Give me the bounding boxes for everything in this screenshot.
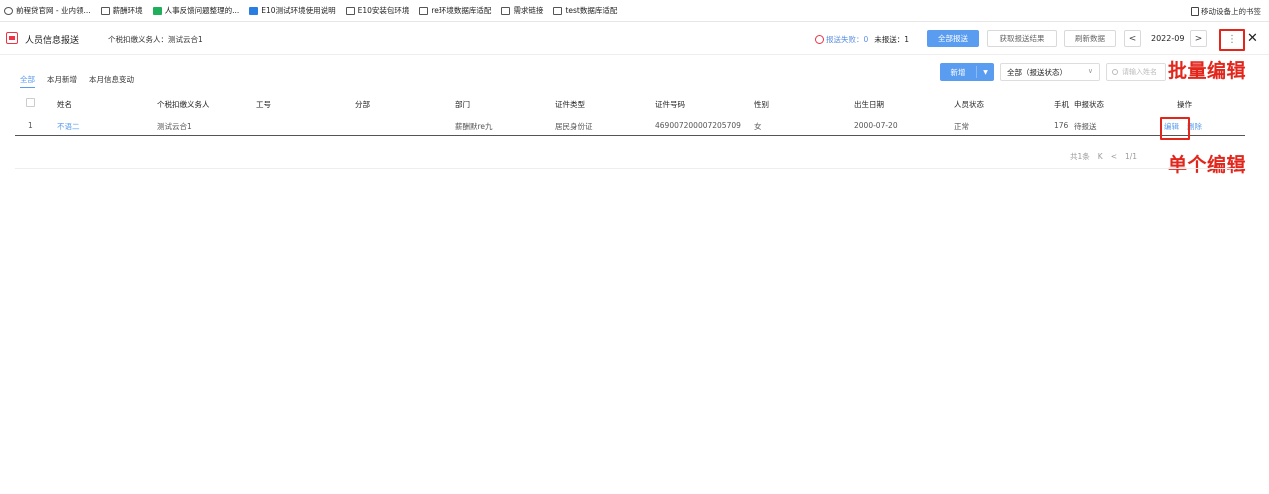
cell-birth: 2000-07-20: [854, 121, 898, 130]
mobile-bookmarks[interactable]: 移动设备上的书签: [1191, 6, 1261, 17]
col-gender: 性别: [754, 100, 769, 109]
folder-icon: [100, 6, 110, 15]
prev-month-button[interactable]: <: [1124, 30, 1141, 47]
cell-tax-agent: 测试云合1: [157, 122, 192, 131]
report-status-summary: 报送失败：0 未报送：1: [815, 34, 909, 45]
col-branch: 分部: [355, 100, 370, 109]
col-actions: 操作: [1177, 100, 1192, 109]
panel-divider: [15, 168, 1245, 169]
col-status: 人员状态: [954, 100, 984, 109]
bookmark-e10-test[interactable]: E10测试环境使用说明: [249, 5, 336, 16]
cell-phone: 176: [1054, 121, 1069, 130]
col-tax-agent: 个税扣缴义务人: [157, 100, 210, 109]
bookmark-salary-env[interactable]: 薪酬环境: [100, 5, 143, 16]
annotation-single-edit: 单个编辑: [1168, 154, 1247, 176]
search-icon: [1112, 69, 1118, 75]
report-pending-count: 未报送：1: [874, 35, 910, 44]
prev-page-button[interactable]: <: [1111, 152, 1117, 161]
tab-all[interactable]: 全部: [20, 74, 35, 88]
col-id-type: 证件类型: [555, 100, 585, 109]
col-id-no: 证件号码: [655, 100, 685, 109]
blue-app-icon: [249, 6, 259, 15]
bookmark-hr-feedback[interactable]: 人事反馈问题整理的...: [152, 5, 239, 16]
cell-id-no: 469007200007205709: [655, 121, 741, 130]
bookmark-requirements[interactable]: 需求链接: [501, 5, 543, 16]
send-all-button[interactable]: 全部报送: [927, 30, 979, 47]
page-header: 人员信息报送 个税扣缴义务人：测试云合1 报送失败：0 未报送：1 全部报送 获…: [0, 23, 1269, 55]
select-all-checkbox[interactable]: [26, 98, 35, 107]
bookmark-e10-install[interactable]: E10安装包环境: [345, 5, 409, 16]
bookmarks-bar: 前程贷官网 - 业内领... 薪酬环境 人事反馈问题整理的... E10测试环境…: [0, 0, 1269, 22]
tab-changed-this-month[interactable]: 本月信息变动: [89, 74, 134, 88]
chevron-down-icon: ∨: [1087, 67, 1093, 75]
search-placeholder: 请输入姓名: [1122, 68, 1157, 76]
tab-new-this-month[interactable]: 本月新增: [47, 74, 77, 88]
search-input[interactable]: 请输入姓名: [1106, 63, 1166, 81]
month-display[interactable]: 2022-09: [1151, 34, 1184, 43]
cell-report-status: 待报送: [1074, 122, 1097, 131]
col-phone: 手机: [1054, 100, 1069, 109]
more-options-button[interactable]: ⋮: [1219, 29, 1245, 51]
close-icon[interactable]: ✕: [1247, 31, 1258, 46]
filter-tabs: 全部 本月新增 本月信息变动: [20, 74, 146, 88]
person-table: 姓名 个税扣缴义务人 工号 分部 部门 证件类型 证件号码 性别 出生日期 人员…: [15, 92, 1245, 140]
table-header: 姓名 个税扣缴义务人 工号 分部 部门 证件类型 证件号码 性别 出生日期 人员…: [15, 92, 1245, 114]
refresh-button[interactable]: 刷新数据: [1064, 30, 1116, 47]
more-vertical-icon: ⋮: [1227, 34, 1237, 45]
report-status-select[interactable]: 全部（报送状态） ∨: [1000, 63, 1100, 81]
bookmark-re-db[interactable]: re环境数据库适配: [419, 5, 491, 16]
globe-icon: [4, 6, 13, 15]
chevron-down-icon[interactable]: ▼: [977, 69, 994, 76]
col-dept: 部门: [455, 100, 470, 109]
folder-icon: [1191, 7, 1199, 16]
add-button-label: 新增: [950, 67, 966, 77]
folder-icon: [345, 6, 355, 15]
cell-dept: 薪酬默re九: [455, 122, 493, 131]
col-name: 姓名: [57, 100, 72, 109]
report-fail-count[interactable]: 报送失败：0: [826, 34, 868, 45]
annotation-batch-edit: 批量编辑: [1168, 60, 1247, 82]
report-status-select-value: 全部（报送状态）: [1007, 67, 1067, 77]
first-page-button[interactable]: K: [1098, 152, 1103, 161]
bookmark-test-db[interactable]: test数据库适配: [553, 5, 617, 16]
table-row: 1 不语二 测试云合1 薪酬默re九 居民身份证 469007200007205…: [15, 114, 1245, 136]
folder-icon: [553, 6, 563, 15]
col-report-status: 申报状态: [1074, 100, 1104, 109]
col-job-no: 工号: [256, 100, 271, 109]
row-index: 1: [28, 121, 33, 130]
cell-status: 正常: [954, 122, 969, 131]
clock-icon: [815, 35, 824, 44]
tax-agent-label: 个税扣缴义务人：测试云合1: [108, 35, 203, 44]
folder-icon: [419, 6, 429, 15]
bookmark-qianchengdai[interactable]: 前程贷官网 - 业内领...: [4, 5, 91, 16]
person-name-link[interactable]: 不语二: [57, 121, 80, 132]
pagination-total: 共1条: [1070, 152, 1090, 161]
green-app-icon: [152, 6, 162, 15]
page-title: 人员信息报送: [25, 36, 80, 46]
cell-gender: 女: [754, 122, 762, 131]
cell-id-type: 居民身份证: [555, 122, 593, 131]
next-month-button[interactable]: >: [1190, 30, 1207, 47]
folder-icon: [501, 6, 511, 15]
col-birth: 出生日期: [854, 100, 884, 109]
add-button[interactable]: 新增 ▼: [940, 63, 994, 81]
app-logo-icon: [6, 32, 18, 44]
pagination: 共1条 K < 1/1: [1070, 151, 1145, 162]
page-indicator: 1/1: [1125, 152, 1138, 161]
edit-highlight-box: [1160, 117, 1190, 140]
get-result-button[interactable]: 获取报送结果: [987, 30, 1057, 47]
